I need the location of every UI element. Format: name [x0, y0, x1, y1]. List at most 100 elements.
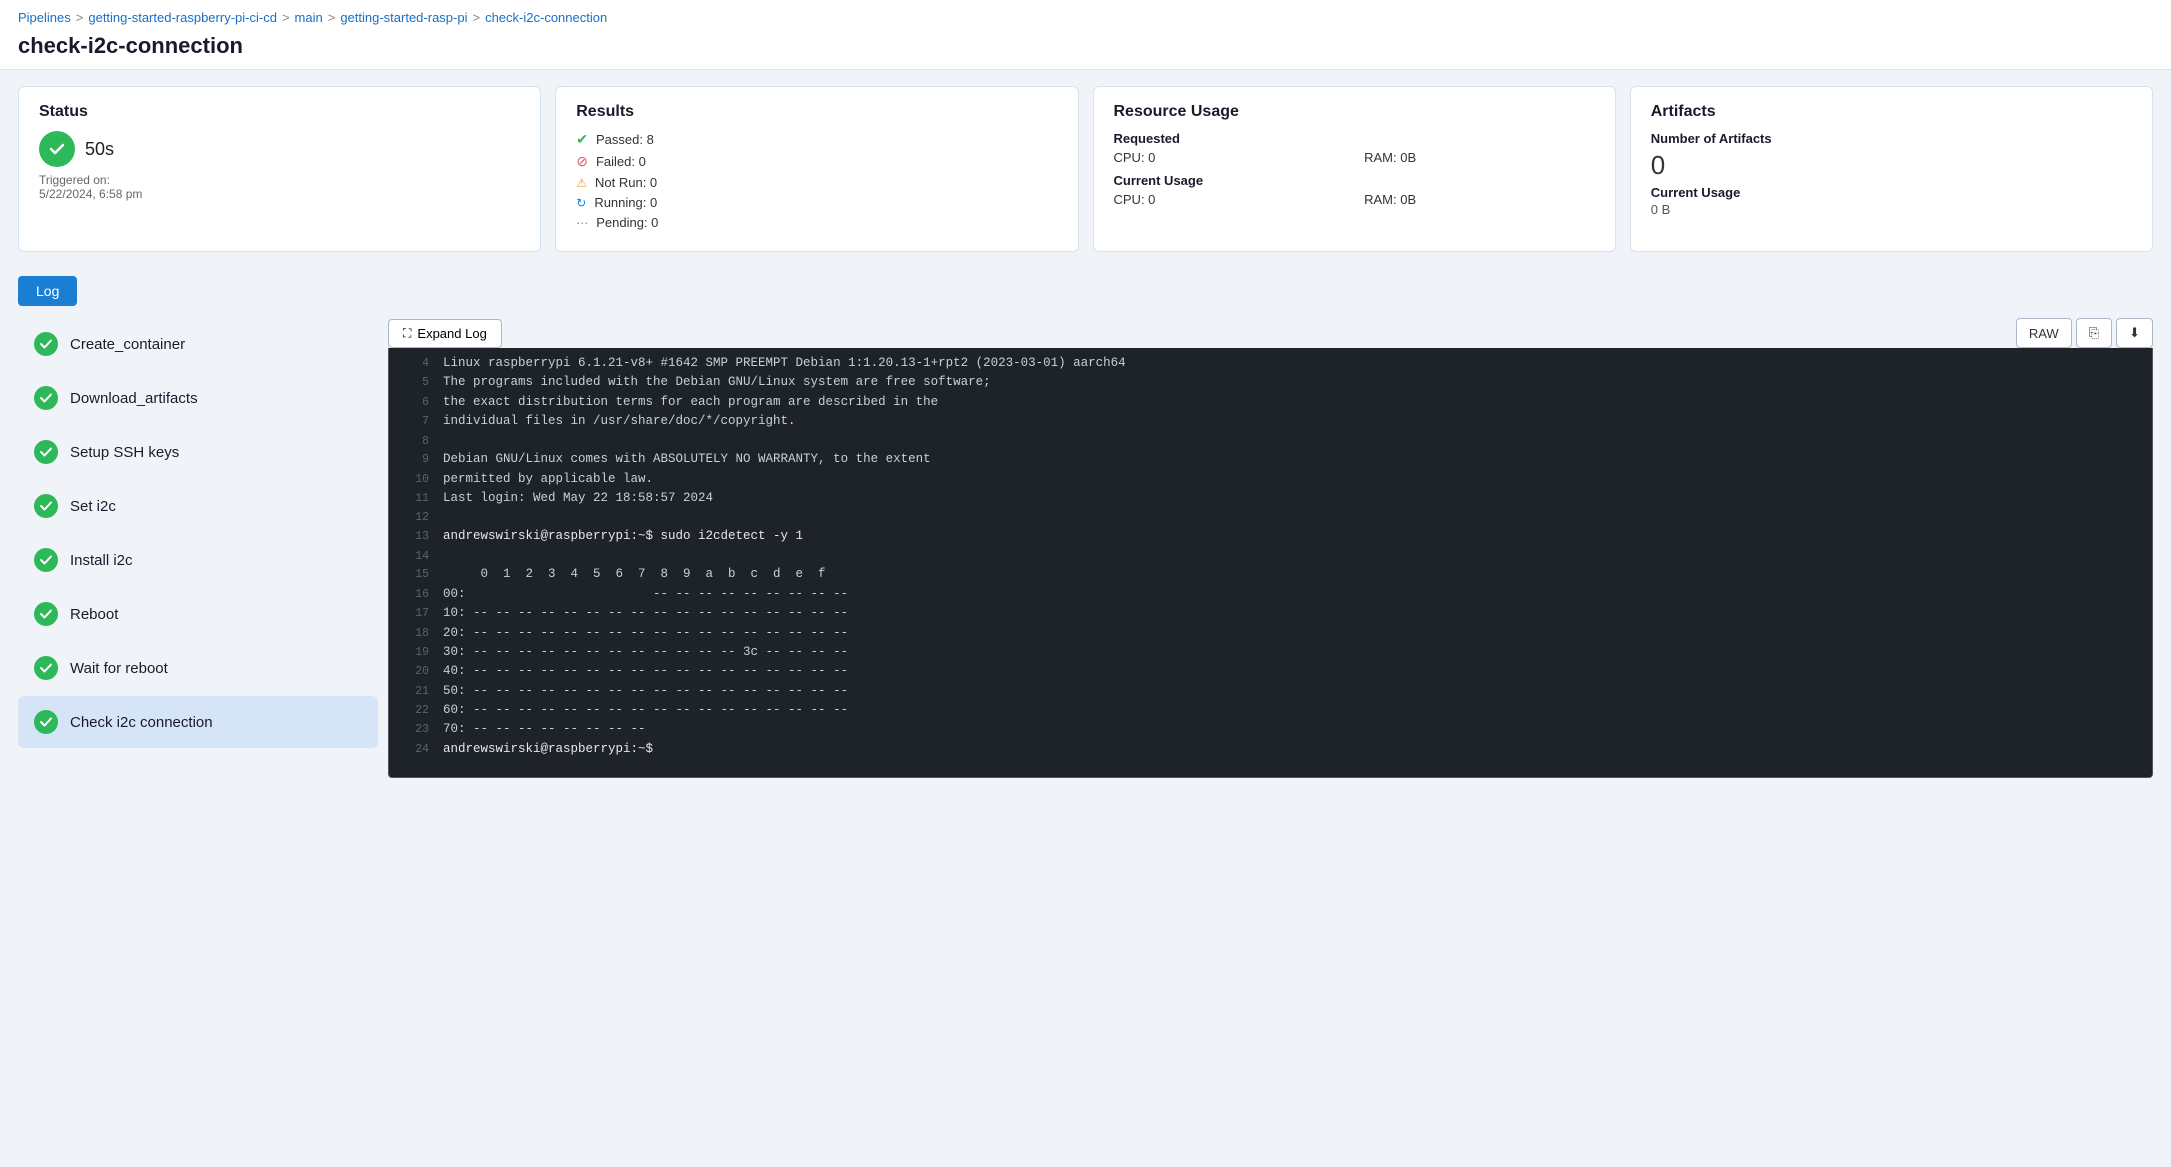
status-card-title: Status — [39, 103, 520, 121]
resource-current: Current Usage CPU: 0 RAM: 0B — [1114, 173, 1595, 207]
line-text: 00: -- -- -- -- -- -- -- -- -- — [443, 585, 848, 604]
log-line: 9 Debian GNU/Linux comes with ABSOLUTELY … — [389, 450, 2152, 469]
log-tab-button[interactable]: Log — [18, 276, 77, 306]
breadcrumb-sep-4: > — [472, 10, 480, 25]
step-label: Set i2c — [70, 498, 116, 515]
line-text: 50: -- -- -- -- -- -- -- -- -- -- -- -- … — [443, 682, 848, 701]
step-check-icon — [34, 602, 58, 626]
log-line: 5 The programs included with the Debian G… — [389, 373, 2152, 392]
log-line: 4 Linux raspberrypi 6.1.21-v8+ #1642 SMP … — [389, 354, 2152, 373]
line-text: andrewswirski@raspberrypi:~$ — [443, 740, 653, 759]
line-text: andrewswirski@raspberrypi:~$ sudo i2cdet… — [443, 527, 803, 546]
line-number: 17 — [401, 604, 429, 623]
breadcrumb-pipeline[interactable]: getting-started-rasp-pi — [340, 10, 467, 25]
line-number: 5 — [401, 373, 429, 392]
step-item[interactable]: Create_container — [18, 318, 378, 370]
step-label: Setup SSH keys — [70, 444, 179, 461]
step-check-icon — [34, 548, 58, 572]
log-line: 6the exact distribution terms for each p… — [389, 393, 2152, 412]
line-number: 22 — [401, 701, 429, 720]
result-passed: ✔ Passed: 8 — [576, 131, 1057, 148]
breadcrumb-main[interactable]: main — [295, 10, 323, 25]
line-text: 0 1 2 3 4 5 6 7 8 9 a b c d e f — [443, 565, 826, 584]
terminal-content: 4 Linux raspberrypi 6.1.21-v8+ #1642 SMP … — [389, 348, 2152, 765]
step-item[interactable]: Reboot — [18, 588, 378, 640]
log-line: 7 individual files in /usr/share/doc/*/co… — [389, 412, 2152, 431]
step-item[interactable]: Install i2c — [18, 534, 378, 586]
log-line: 13 andrewswirski@raspberrypi:~$ sudo i2cd… — [389, 527, 2152, 546]
step-item[interactable]: Set i2c — [18, 480, 378, 532]
log-line: 1820: -- -- -- -- -- -- -- -- -- -- -- -… — [389, 624, 2152, 643]
log-line: 20 40: -- -- -- -- -- -- -- -- -- -- -- -… — [389, 662, 2152, 681]
cards-row: Status 50s Triggered on: 5/22/2024, 6:58… — [0, 70, 2171, 268]
line-text: individual files in /usr/share/doc/*/cop… — [443, 412, 796, 431]
step-label: Check i2c connection — [70, 714, 213, 731]
step-label: Install i2c — [70, 552, 133, 569]
log-line: 22 60: -- -- -- -- -- -- -- -- -- -- -- -… — [389, 701, 2152, 720]
line-number: 9 — [401, 450, 429, 469]
line-number: 19 — [401, 643, 429, 662]
resource-card: Resource Usage Requested CPU: 0 RAM: 0B … — [1093, 86, 1616, 252]
step-check-icon — [34, 494, 58, 518]
terminal[interactable]: 4 Linux raspberrypi 6.1.21-v8+ #1642 SMP … — [388, 348, 2153, 778]
download-icon: ⬇ — [2129, 325, 2140, 340]
line-number: 24 — [401, 740, 429, 759]
log-line: 24 andrewswirski@raspberrypi:~$ — [389, 740, 2152, 759]
breadcrumb-repo[interactable]: getting-started-raspberry-pi-ci-cd — [88, 10, 277, 25]
step-check-icon — [34, 656, 58, 680]
step-item[interactable]: Setup SSH keys — [18, 426, 378, 478]
expand-icon: ⛶ — [403, 326, 411, 341]
running-icon: ↻ — [576, 196, 586, 210]
log-line: 1710: -- -- -- -- -- -- -- -- -- -- -- -… — [389, 604, 2152, 623]
step-label: Wait for reboot — [70, 660, 168, 677]
raw-button[interactable]: RAW — [2016, 318, 2072, 348]
step-item[interactable]: Check i2c connection — [18, 696, 378, 748]
line-number: 13 — [401, 527, 429, 546]
log-line: 2150: -- -- -- -- -- -- -- -- -- -- -- -… — [389, 682, 2152, 701]
line-number: 20 — [401, 662, 429, 681]
steps-list: Create_container Download_artifacts Setu… — [18, 318, 378, 748]
breadcrumb: Pipelines > getting-started-raspberry-pi… — [18, 10, 2153, 25]
line-text: The programs included with the Debian GN… — [443, 373, 991, 392]
failed-icon: ⊘ — [576, 153, 588, 170]
download-button[interactable]: ⬇ — [2116, 318, 2153, 348]
line-text: 60: -- -- -- -- -- -- -- -- -- -- -- -- … — [443, 701, 848, 720]
step-check-icon — [34, 440, 58, 464]
log-actions: RAW ⎘ ⬇ — [2016, 318, 2153, 348]
result-notrun: ⚠ Not Run: 0 — [576, 175, 1057, 190]
pending-icon: ⋯ — [576, 216, 588, 230]
line-number: 18 — [401, 624, 429, 643]
log-bar: Log — [0, 268, 2171, 318]
step-label: Download_artifacts — [70, 390, 198, 407]
line-number: 7 — [401, 412, 429, 431]
step-item[interactable]: Download_artifacts — [18, 372, 378, 424]
line-text: 70: -- -- -- -- -- -- -- -- — [443, 720, 646, 739]
copy-button[interactable]: ⎘ — [2076, 318, 2112, 348]
status-row: 50s — [39, 131, 520, 167]
log-line: 10permitted by applicable law. — [389, 470, 2152, 489]
log-line: 14 — [389, 547, 2152, 566]
log-toolbar: ⛶ Expand Log RAW ⎘ ⬇ — [388, 318, 2153, 348]
line-number: 10 — [401, 470, 429, 489]
resource-requested: Requested CPU: 0 RAM: 0B — [1114, 131, 1595, 165]
line-text: Linux raspberrypi 6.1.21-v8+ #1642 SMP P… — [443, 354, 1126, 373]
result-pending: ⋯ Pending: 0 — [576, 215, 1057, 230]
line-number: 8 — [401, 432, 429, 451]
step-item[interactable]: Wait for reboot — [18, 642, 378, 694]
steps-sidebar: Create_container Download_artifacts Setu… — [18, 318, 388, 778]
log-line: 15 0 1 2 3 4 5 6 7 8 9 a b c d e f — [389, 565, 2152, 584]
breadcrumb-job[interactable]: check-i2c-connection — [485, 10, 607, 25]
log-line: 8 — [389, 432, 2152, 451]
step-check-icon — [34, 710, 58, 734]
line-number: 4 — [401, 354, 429, 373]
line-number: 23 — [401, 720, 429, 739]
line-text: Debian GNU/Linux comes with ABSOLUTELY N… — [443, 450, 931, 469]
log-line: 11Last login: Wed May 22 18:58:57 2024 — [389, 489, 2152, 508]
breadcrumb-pipelines[interactable]: Pipelines — [18, 10, 71, 25]
triggered-label: Triggered on: 5/22/2024, 6:58 pm — [39, 173, 520, 201]
line-text: 40: -- -- -- -- -- -- -- -- -- -- -- -- … — [443, 662, 848, 681]
expand-log-button[interactable]: ⛶ Expand Log — [388, 319, 502, 348]
breadcrumb-sep-2: > — [282, 10, 290, 25]
result-running: ↻ Running: 0 — [576, 195, 1057, 210]
result-failed: ⊘ Failed: 0 — [576, 153, 1057, 170]
